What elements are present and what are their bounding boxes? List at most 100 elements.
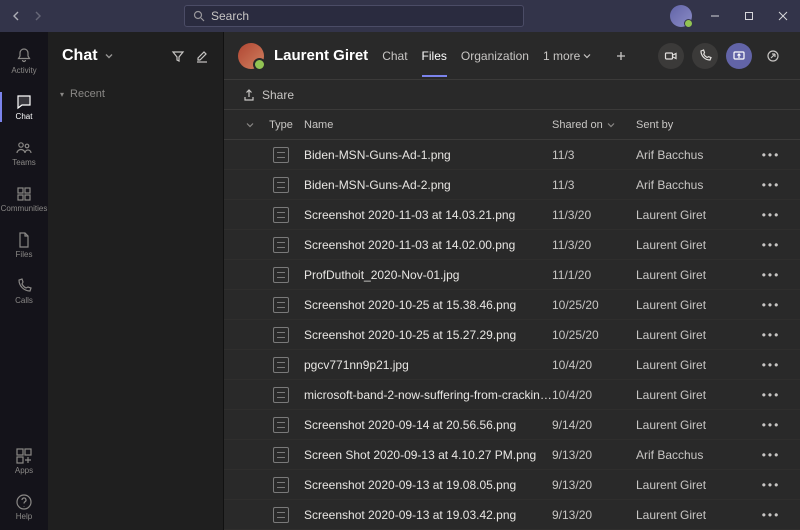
rail-teams[interactable]: Teams — [0, 130, 48, 176]
nav-forward-button[interactable] — [30, 9, 44, 23]
rail-calls[interactable]: Calls — [0, 268, 48, 314]
file-sender: Laurent Giret — [636, 238, 756, 252]
contact-name: Laurent Giret — [274, 47, 368, 64]
table-row[interactable]: pgcv771nn9p21.jpg10/4/20Laurent Giret ••• — [224, 350, 800, 380]
file-shared-date: 11/3 — [552, 178, 636, 192]
rail-files[interactable]: Files — [0, 222, 48, 268]
image-file-icon — [273, 177, 289, 193]
share-screen-button[interactable] — [726, 43, 752, 69]
table-row[interactable]: ProfDuthoit_2020-Nov-01.jpg11/1/20Lauren… — [224, 260, 800, 290]
file-shared-date: 11/3 — [552, 148, 636, 162]
row-more-button[interactable]: ••• — [762, 208, 781, 222]
new-chat-button[interactable] — [195, 49, 209, 63]
table-row[interactable]: Screenshot 2020-09-13 at 19.08.05.png9/1… — [224, 470, 800, 500]
rail-label: Chat — [16, 113, 33, 121]
row-more-button[interactable]: ••• — [762, 358, 781, 372]
rail-label: Communities — [1, 205, 48, 213]
tab-files[interactable]: Files — [422, 35, 447, 77]
file-name: Screenshot 2020-09-13 at 19.08.05.png — [300, 478, 552, 492]
row-more-button[interactable]: ••• — [762, 268, 781, 282]
rail-chat[interactable]: Chat — [0, 84, 48, 130]
file-shared-date: 10/25/20 — [552, 298, 636, 312]
row-more-button[interactable]: ••• — [762, 418, 781, 432]
image-file-icon — [273, 447, 289, 463]
compose-icon — [195, 49, 209, 63]
file-sender: Laurent Giret — [636, 478, 756, 492]
file-name: Screenshot 2020-09-13 at 19.03.42.png — [300, 508, 552, 522]
table-row[interactable]: Screenshot 2020-09-14 at 20.56.56.png9/1… — [224, 410, 800, 440]
column-name[interactable]: Name — [300, 119, 552, 131]
file-name: ProfDuthoit_2020-Nov-01.jpg — [300, 268, 552, 282]
share-button[interactable]: Share — [242, 88, 294, 102]
video-call-button[interactable] — [658, 43, 684, 69]
apps-icon — [15, 447, 33, 465]
row-more-button[interactable]: ••• — [762, 238, 781, 252]
tab-organization[interactable]: Organization — [461, 35, 529, 77]
window-minimize-button[interactable] — [698, 0, 732, 32]
search-input[interactable]: Search — [184, 5, 524, 27]
table-row[interactable]: Biden-MSN-Guns-Ad-1.png11/3Arif Bacchus•… — [224, 140, 800, 170]
chat-section-recent[interactable]: ▾ Recent — [48, 84, 223, 104]
file-shared-date: 9/13/20 — [552, 448, 636, 462]
file-sender: Laurent Giret — [636, 358, 756, 372]
table-row[interactable]: Screenshot 2020-09-13 at 19.03.42.png9/1… — [224, 500, 800, 530]
image-file-icon — [273, 237, 289, 253]
window-maximize-button[interactable] — [732, 0, 766, 32]
chevron-down-icon[interactable] — [104, 51, 114, 61]
share-screen-icon — [732, 49, 746, 63]
file-name: microsoft-band-2-now-suffering-from-crac… — [300, 388, 552, 402]
row-more-button[interactable]: ••• — [762, 298, 781, 312]
file-sender: Laurent Giret — [636, 268, 756, 282]
community-icon — [15, 185, 33, 203]
tab-chat[interactable]: Chat — [382, 35, 407, 77]
file-shared-date: 10/4/20 — [552, 358, 636, 372]
app-rail: Activity Chat Teams Communities Files Ca… — [0, 32, 48, 530]
rail-apps[interactable]: Apps — [0, 438, 48, 484]
column-select[interactable] — [238, 120, 262, 130]
add-tab-button[interactable] — [615, 50, 627, 62]
table-row[interactable]: Biden-MSN-Guns-Ad-2.png11/3Arif Bacchus•… — [224, 170, 800, 200]
table-row[interactable]: microsoft-band-2-now-suffering-from-crac… — [224, 380, 800, 410]
main-pane: Laurent Giret Chat Files Organization 1 … — [224, 32, 800, 530]
image-file-icon — [273, 507, 289, 523]
file-name: pgcv771nn9p21.jpg — [300, 358, 552, 372]
file-sender: Laurent Giret — [636, 298, 756, 312]
file-sender: Laurent Giret — [636, 208, 756, 222]
tab-more[interactable]: 1 more — [543, 35, 591, 77]
nav-back-button[interactable] — [10, 9, 24, 23]
current-user-avatar[interactable] — [670, 5, 692, 27]
image-file-icon — [273, 207, 289, 223]
file-sender: Laurent Giret — [636, 418, 756, 432]
contact-avatar[interactable] — [238, 43, 264, 69]
rail-communities[interactable]: Communities — [0, 176, 48, 222]
table-body[interactable]: Biden-MSN-Guns-Ad-1.png11/3Arif Bacchus•… — [224, 140, 800, 530]
people-icon — [15, 139, 33, 157]
table-row[interactable]: Screen Shot 2020-09-13 at 4.10.27 PM.png… — [224, 440, 800, 470]
rail-activity[interactable]: Activity — [0, 38, 48, 84]
row-more-button[interactable]: ••• — [762, 448, 781, 462]
chat-header: Laurent Giret Chat Files Organization 1 … — [224, 32, 800, 80]
filter-button[interactable] — [171, 49, 185, 63]
audio-call-button[interactable] — [692, 43, 718, 69]
pop-out-button[interactable] — [760, 43, 786, 69]
column-sent[interactable]: Sent by — [636, 119, 756, 131]
column-type[interactable]: Type — [262, 119, 300, 131]
help-icon — [15, 493, 33, 511]
column-shared[interactable]: Shared on — [552, 119, 636, 131]
table-row[interactable]: Screenshot 2020-11-03 at 14.02.00.png11/… — [224, 230, 800, 260]
table-row[interactable]: Screenshot 2020-10-25 at 15.38.46.png10/… — [224, 290, 800, 320]
toolbar: Share — [224, 80, 800, 110]
file-sender: Laurent Giret — [636, 328, 756, 342]
image-file-icon — [273, 327, 289, 343]
row-more-button[interactable]: ••• — [762, 388, 781, 402]
table-row[interactable]: Screenshot 2020-10-25 at 15.27.29.png10/… — [224, 320, 800, 350]
rail-help[interactable]: Help — [0, 484, 48, 530]
row-more-button[interactable]: ••• — [762, 148, 781, 162]
row-more-button[interactable]: ••• — [762, 478, 781, 492]
row-more-button[interactable]: ••• — [762, 178, 781, 192]
table-row[interactable]: Screenshot 2020-11-03 at 14.03.21.png11/… — [224, 200, 800, 230]
row-more-button[interactable]: ••• — [762, 508, 781, 522]
search-icon — [193, 10, 205, 22]
row-more-button[interactable]: ••• — [762, 328, 781, 342]
window-close-button[interactable] — [766, 0, 800, 32]
